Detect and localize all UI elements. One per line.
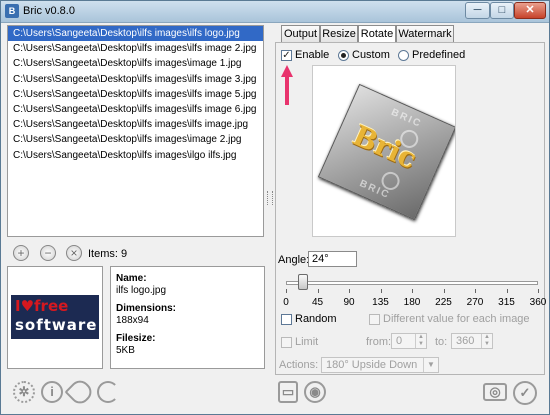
angle-slider-thumb[interactable] <box>297 274 308 290</box>
random-checkbox[interactable] <box>281 314 292 325</box>
slider-tick-label: 225 <box>435 297 452 308</box>
slider-tick-label: 360 <box>529 297 547 308</box>
from-label: from: <box>366 336 392 348</box>
thumbnail-preview: I♥free software <box>7 266 103 369</box>
file-list-item[interactable]: C:\Users\Sangeeta\Desktop\ilfs images\il… <box>8 26 263 42</box>
to-label: to: <box>435 336 448 348</box>
enable-checkbox[interactable]: ✓ <box>281 50 292 61</box>
tab-rotate[interactable]: Rotate <box>358 25 396 43</box>
slider-tick-label: 270 <box>466 297 484 308</box>
settings-gear-icon[interactable]: ✲ <box>13 381 35 403</box>
file-list-item[interactable]: C:\Users\Sangeeta\Desktop\ilfs images\il… <box>8 117 263 132</box>
file-list-item[interactable]: C:\Users\Sangeeta\Desktop\ilfs images\il… <box>8 87 263 102</box>
file-list-item[interactable]: C:\Users\Sangeeta\Desktop\ilfs images\il… <box>8 148 263 163</box>
file-list-item[interactable]: C:\Users\Sangeeta\Desktop\ilfs images\il… <box>8 102 263 117</box>
from-spinner[interactable]: 0 ▲ ▼ <box>391 333 427 349</box>
save-icon[interactable]: ▭ <box>278 381 298 403</box>
app-window: B Bric v0.8.0 ─ □ ✕ C:\Users\Sangeeta\De… <box>0 0 550 415</box>
slider-tick <box>412 289 413 293</box>
actions-label: Actions: <box>279 359 319 371</box>
limit-label: Limit <box>295 336 319 348</box>
rotate-preview: BRIC Bric BRIC <box>312 65 456 237</box>
info-icon[interactable]: i <box>41 381 63 403</box>
refresh-icon[interactable] <box>97 381 119 403</box>
slider-tick-label: 315 <box>498 297 515 308</box>
to-spinner[interactable]: 360 ▲ ▼ <box>451 333 493 349</box>
enable-label: Enable <box>295 49 330 61</box>
predefined-label: Predefined <box>412 49 466 61</box>
dimensions-value: 188x94 <box>116 315 149 326</box>
file-list-item[interactable]: C:\Users\Sangeeta\Desktop\ilfs images\im… <box>8 132 263 147</box>
spinner-arrows-icon[interactable]: ▲ ▼ <box>481 334 492 348</box>
slider-ticks <box>286 289 539 295</box>
maximize-button[interactable]: □ <box>490 2 514 19</box>
slider-tick <box>538 289 539 293</box>
add-file-icon[interactable]: + <box>13 245 29 261</box>
attach-icon[interactable] <box>64 376 96 408</box>
slider-tick <box>475 289 476 293</box>
title-bar: B Bric v0.8.0 ─ □ ✕ <box>1 1 549 23</box>
dimensions-label: Dimensions: <box>116 303 177 314</box>
custom-label: Custom <box>352 49 390 61</box>
tab-watermark[interactable]: Watermark <box>396 25 454 42</box>
slider-tick-label: 180 <box>403 297 421 308</box>
file-list-item[interactable]: C:\Users\Sangeeta\Desktop\ilfs images\il… <box>8 41 263 56</box>
slider-tick <box>286 289 287 293</box>
predefined-radio[interactable] <box>398 50 409 61</box>
different-value-checkbox[interactable] <box>369 314 380 325</box>
slider-tick-label: 45 <box>311 297 324 308</box>
apply-check-icon[interactable]: ✓ <box>513 381 537 405</box>
camera-icon[interactable]: ◎ <box>483 383 507 401</box>
actions-select[interactable]: 180° Upside Down ▼ <box>321 357 439 373</box>
file-info-panel: Name: ilfs logo.jpg Dimensions: 188x94 F… <box>110 266 265 369</box>
items-count: Items: 9 <box>88 248 128 260</box>
splitter-handle[interactable] <box>267 191 273 205</box>
different-value-label: Different value for each image <box>383 313 530 325</box>
slider-tick <box>349 289 350 293</box>
bottom-toolbar: ✲ i ▭ ◉ ◎ ✓ <box>1 375 549 414</box>
angle-label: Angle: <box>278 254 310 266</box>
rotated-image: BRIC Bric BRIC <box>317 83 455 221</box>
angle-slider-track[interactable] <box>286 281 538 285</box>
slider-tick-label: 0 <box>283 297 289 308</box>
spinner-arrows-icon[interactable]: ▲ ▼ <box>415 334 426 348</box>
close-button[interactable]: ✕ <box>514 2 546 19</box>
limit-checkbox[interactable] <box>281 337 292 348</box>
file-list-item[interactable]: C:\Users\Sangeeta\Desktop\ilfs images\il… <box>8 72 263 87</box>
slider-tick-label: 135 <box>372 297 389 308</box>
custom-radio[interactable] <box>338 50 349 61</box>
file-list[interactable]: C:\Users\Sangeeta\Desktop\ilfs images\il… <box>7 25 264 237</box>
clear-list-icon[interactable]: × <box>66 245 82 261</box>
slider-tick <box>317 289 319 293</box>
tab-output[interactable]: Output <box>281 25 320 42</box>
minimize-button[interactable]: ─ <box>465 2 490 19</box>
tab-resize[interactable]: Resize <box>320 25 358 42</box>
name-value: ilfs logo.jpg <box>116 285 167 296</box>
filesize-label: Filesize: <box>116 333 156 344</box>
angle-input[interactable]: 24° <box>308 251 357 267</box>
slider-tick-label: 90 <box>343 297 355 308</box>
bric-app-icon: B <box>5 4 19 18</box>
filesize-value: 5KB <box>116 345 135 356</box>
remove-file-icon[interactable]: − <box>40 245 56 261</box>
slider-tick <box>443 289 445 293</box>
window-title: Bric v0.8.0 <box>23 5 75 17</box>
file-list-item[interactable]: C:\Users\Sangeeta\Desktop\ilfs images\im… <box>8 56 263 71</box>
thumbnail-image: I♥free software <box>11 295 99 339</box>
slider-tick <box>506 289 508 293</box>
disc-icon[interactable]: ◉ <box>304 381 326 403</box>
pink-arrow-icon <box>281 65 293 105</box>
random-label: Random <box>295 313 337 325</box>
name-label: Name: <box>116 273 147 284</box>
chevron-down-icon[interactable]: ▼ <box>423 358 438 372</box>
slider-tick <box>380 289 382 293</box>
